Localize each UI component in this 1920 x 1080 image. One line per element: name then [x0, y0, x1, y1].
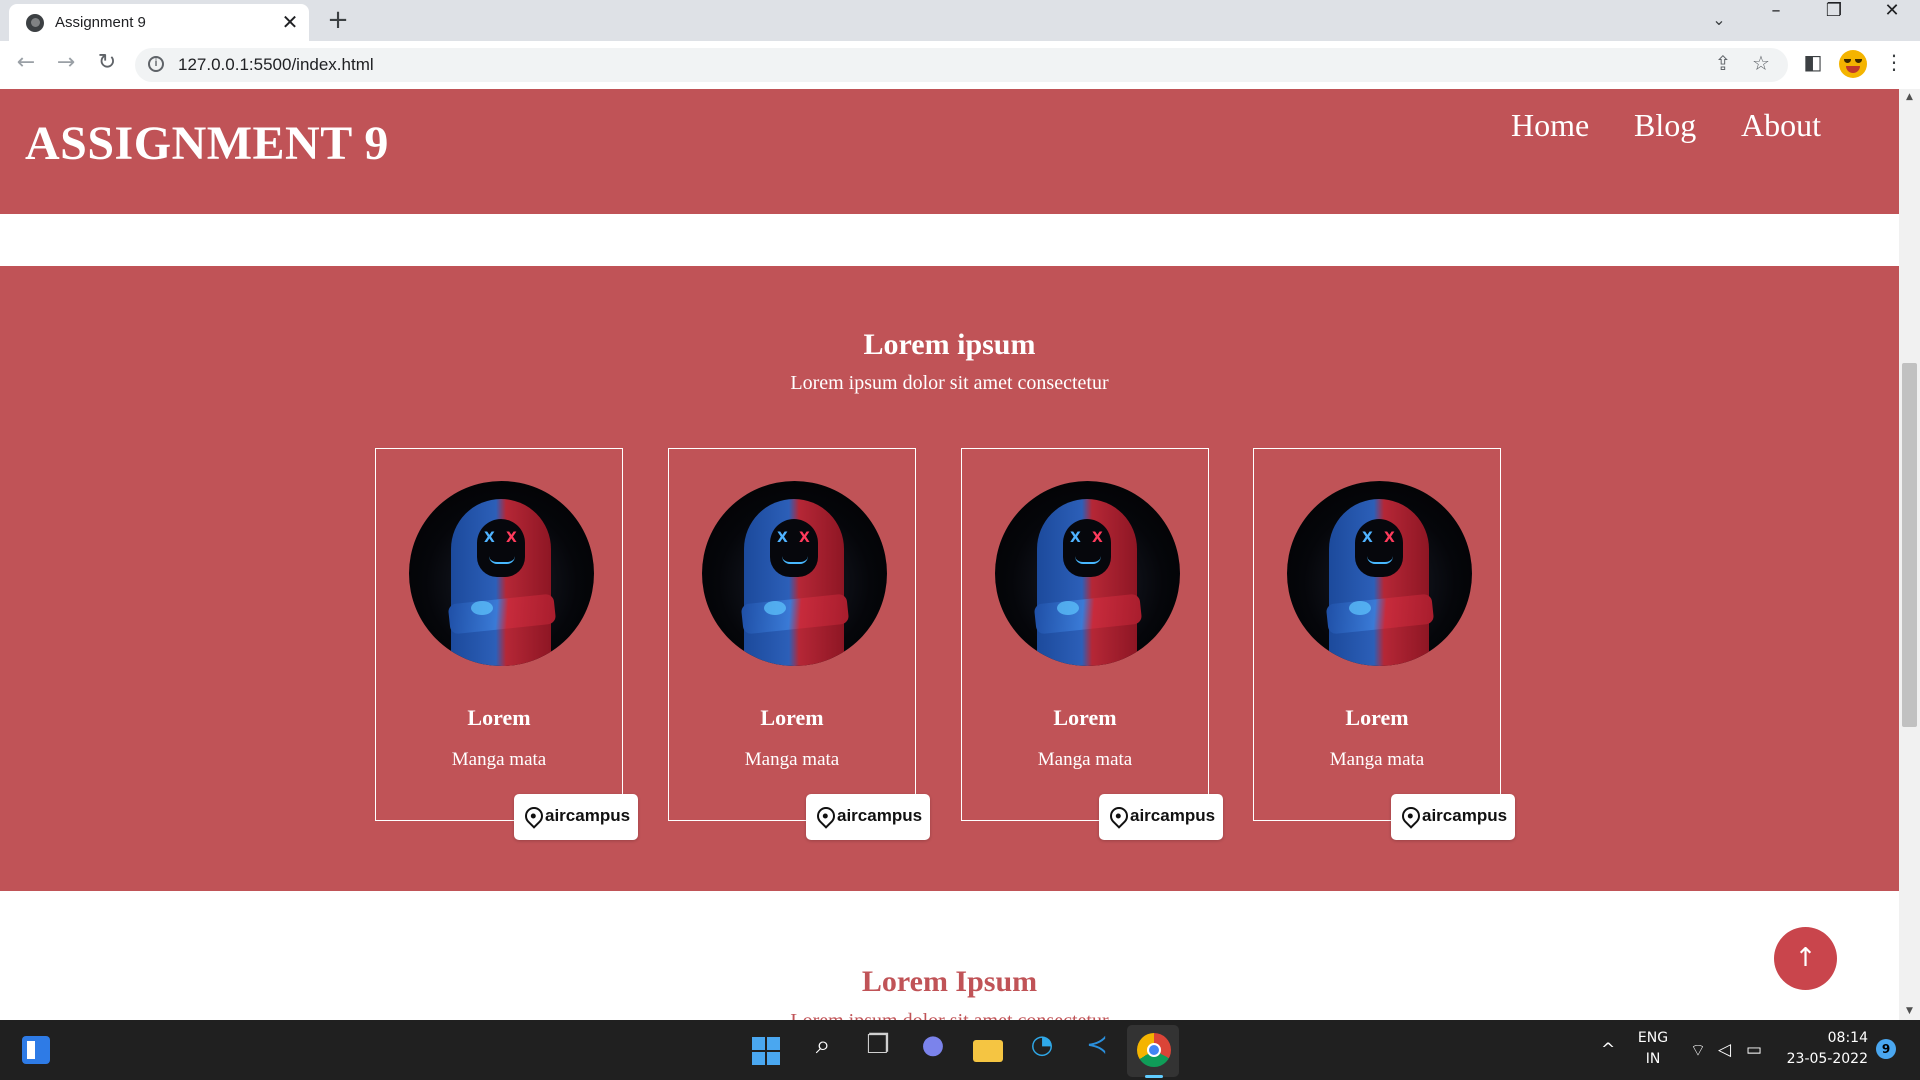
team-section: Lorem ipsum Lorem ipsum dolor sit amet c… — [0, 266, 1899, 891]
show-hidden-icons-chevron-icon[interactable]: ^ — [1601, 1040, 1615, 1060]
globe-icon — [26, 14, 44, 32]
scroll-up-arrow-icon[interactable]: ▲ — [1899, 89, 1920, 106]
team-card: XX Lorem Manga mata — [375, 448, 623, 821]
search-icon[interactable]: ⌕ — [803, 1030, 843, 1070]
card-name: Lorem — [1345, 705, 1409, 730]
task-view-icon[interactable]: ❐ — [858, 1030, 898, 1070]
card-name: Lorem — [760, 705, 824, 730]
bookmark-star-icon[interactable]: ☆ — [1747, 51, 1775, 79]
url-text: 127.0.0.1:5500/index.html — [178, 55, 374, 74]
tab-title: Assignment 9 — [55, 14, 146, 31]
aircampus-badge[interactable]: aircampus — [514, 794, 638, 840]
close-tab-icon[interactable]: ✕ — [279, 11, 301, 33]
file-explorer-icon[interactable] — [973, 1040, 1003, 1062]
team-card: XX Lorem Manga mata — [668, 448, 916, 821]
site-brand[interactable]: ASSIGNMENT 9 — [25, 116, 389, 171]
badge-label: aircampus — [1130, 806, 1216, 825]
vscode-icon[interactable]: ≺ — [1077, 1030, 1117, 1070]
start-button-icon[interactable] — [752, 1037, 780, 1065]
nav-about-link[interactable]: About — [1741, 107, 1821, 144]
edge-browser-icon[interactable]: ◔ — [1022, 1030, 1062, 1070]
browser-toolbar: ← → ↻ i 127.0.0.1:5500/index.html ⇪ ☆ ◧ … — [0, 41, 1920, 90]
aircampus-badge[interactable]: aircampus — [1099, 794, 1223, 840]
close-window-icon[interactable]: ✕ — [1864, 0, 1920, 38]
widgets-icon[interactable] — [22, 1036, 50, 1064]
hacker-avatar-image: XX — [702, 481, 887, 666]
teams-chat-icon[interactable]: ● — [913, 1030, 953, 1070]
side-panel-icon[interactable]: ◧ — [1798, 50, 1828, 80]
badge-label: aircampus — [1422, 806, 1508, 825]
badge-label: aircampus — [837, 806, 923, 825]
team-card: XX Lorem Manga mata — [961, 448, 1209, 821]
page-scrollbar[interactable]: ▲ ▼ — [1899, 89, 1920, 1020]
share-icon[interactable]: ⇪ — [1709, 51, 1737, 79]
language-indicator[interactable]: ENG — [1636, 1030, 1670, 1046]
card-role: Manga mata — [1329, 749, 1425, 770]
next-section-subtitle: Lorem ipsum dolor sit amet consectetur — [0, 1010, 1899, 1020]
next-section-title: Lorem Ipsum — [861, 965, 1038, 998]
nav-blog-link[interactable]: Blog — [1634, 107, 1696, 144]
tab-search-chevron-icon[interactable]: ⌄ — [1708, 6, 1730, 34]
scrollbar-thumb[interactable] — [1902, 363, 1917, 727]
card-name: Lorem — [467, 705, 531, 730]
profile-avatar-icon[interactable] — [1839, 50, 1867, 78]
site-header: ASSIGNMENT 9 Home Blog About — [0, 89, 1899, 214]
active-app-indicator — [1145, 1075, 1163, 1078]
new-tab-button[interactable]: + — [324, 6, 352, 34]
hacker-avatar-image: XX — [995, 481, 1180, 666]
scroll-down-arrow-icon[interactable]: ▼ — [1899, 1003, 1920, 1020]
location-pin-icon — [813, 803, 839, 829]
minimize-icon[interactable]: – — [1748, 0, 1804, 38]
badge-label: aircampus — [545, 806, 631, 825]
team-section-subtitle: Lorem ipsum dolor sit amet consectetur — [790, 372, 1109, 394]
windows-taskbar: ⌕ ❐ ● ◔ ≺ ^ ENG IN ⌔ ◁ ▭ 08:14 23-05-202… — [0, 1020, 1920, 1080]
notification-badge[interactable]: 9 — [1876, 1039, 1896, 1059]
clock-time[interactable]: 08:14 — [1784, 1030, 1868, 1046]
chrome-icon[interactable] — [1137, 1033, 1171, 1067]
browser-tab[interactable]: Assignment 9 ✕ — [9, 4, 309, 41]
menu-dots-icon[interactable]: ⋮ — [1879, 50, 1909, 80]
card-name: Lorem — [1053, 705, 1117, 730]
aircampus-badge[interactable]: aircampus — [1391, 794, 1515, 840]
wifi-icon[interactable]: ⌔ — [1690, 1040, 1706, 1061]
aircampus-badge[interactable]: aircampus — [806, 794, 930, 840]
region-indicator[interactable]: IN — [1636, 1051, 1670, 1067]
card-role: Manga mata — [1037, 749, 1133, 770]
site-info-icon[interactable]: i — [148, 56, 164, 72]
clock-date[interactable]: 23-05-2022 — [1784, 1051, 1868, 1067]
team-section-title: Lorem ipsum — [863, 328, 1036, 361]
volume-icon[interactable]: ◁ — [1718, 1040, 1731, 1060]
forward-arrow-icon[interactable]: → — [51, 50, 81, 80]
browser-tab-strip: Assignment 9 ✕ + ⌄ – ❐ ✕ — [0, 0, 1920, 41]
card-role: Manga mata — [744, 749, 840, 770]
back-arrow-icon[interactable]: ← — [11, 50, 41, 80]
nav-home-link[interactable]: Home — [1511, 107, 1589, 144]
page-viewport: ASSIGNMENT 9 Home Blog About Lorem ipsum… — [0, 89, 1899, 1020]
battery-icon[interactable]: ▭ — [1746, 1040, 1762, 1060]
hacker-avatar-image: XX — [409, 481, 594, 666]
location-pin-icon — [521, 803, 547, 829]
team-card: XX Lorem Manga mata — [1253, 448, 1501, 821]
location-pin-icon — [1106, 803, 1132, 829]
address-bar[interactable]: i 127.0.0.1:5500/index.html ⇪ ☆ — [135, 48, 1788, 82]
location-pin-icon — [1398, 803, 1424, 829]
card-role: Manga mata — [451, 749, 547, 770]
reload-icon[interactable]: ↻ — [92, 50, 122, 80]
scroll-to-top-button[interactable]: ↑ — [1774, 927, 1837, 990]
hacker-avatar-image: XX — [1287, 481, 1472, 666]
restore-icon[interactable]: ❐ — [1806, 0, 1862, 38]
